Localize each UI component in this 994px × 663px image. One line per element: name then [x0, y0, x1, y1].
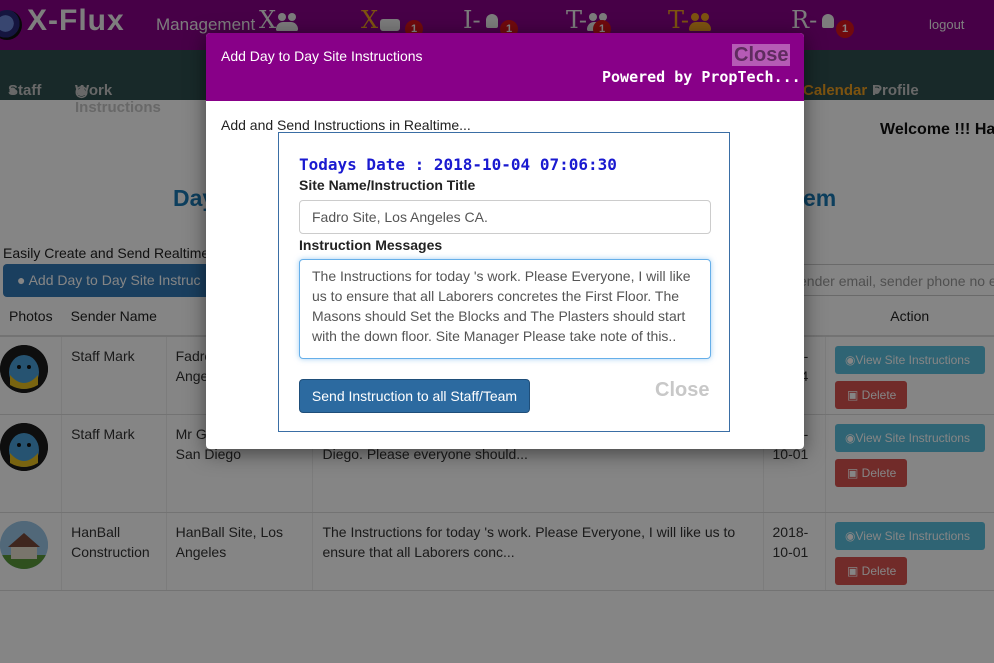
powered-by-text: Powered by PropTech... [602, 68, 801, 86]
site-name-label: Site Name/Instruction Title [299, 177, 476, 193]
modal-header: Add Day to Day Site Instructions Close P… [206, 33, 804, 101]
modal-subtitle: Add and Send Instructions in Realtime... [221, 117, 471, 133]
instruction-messages-textarea[interactable]: The Instructions for today 's work. Plea… [299, 259, 711, 359]
todays-date: Todays Date : 2018-10-04 07:06:30 [299, 155, 617, 174]
send-instruction-button[interactable]: Send Instruction to all Staff/Team [299, 379, 530, 413]
add-instruction-modal: Add Day to Day Site Instructions Close P… [206, 33, 804, 449]
close-button-bottom[interactable]: Close [655, 379, 709, 402]
site-name-input[interactable]: Fadro Site, Los Angeles CA. [299, 200, 711, 234]
modal-title: Add Day to Day Site Instructions [221, 48, 423, 64]
instruction-messages-label: Instruction Messages [299, 237, 443, 253]
instruction-form: Todays Date : 2018-10-04 07:06:30 Site N… [278, 132, 730, 432]
close-button[interactable]: Close [732, 44, 791, 66]
